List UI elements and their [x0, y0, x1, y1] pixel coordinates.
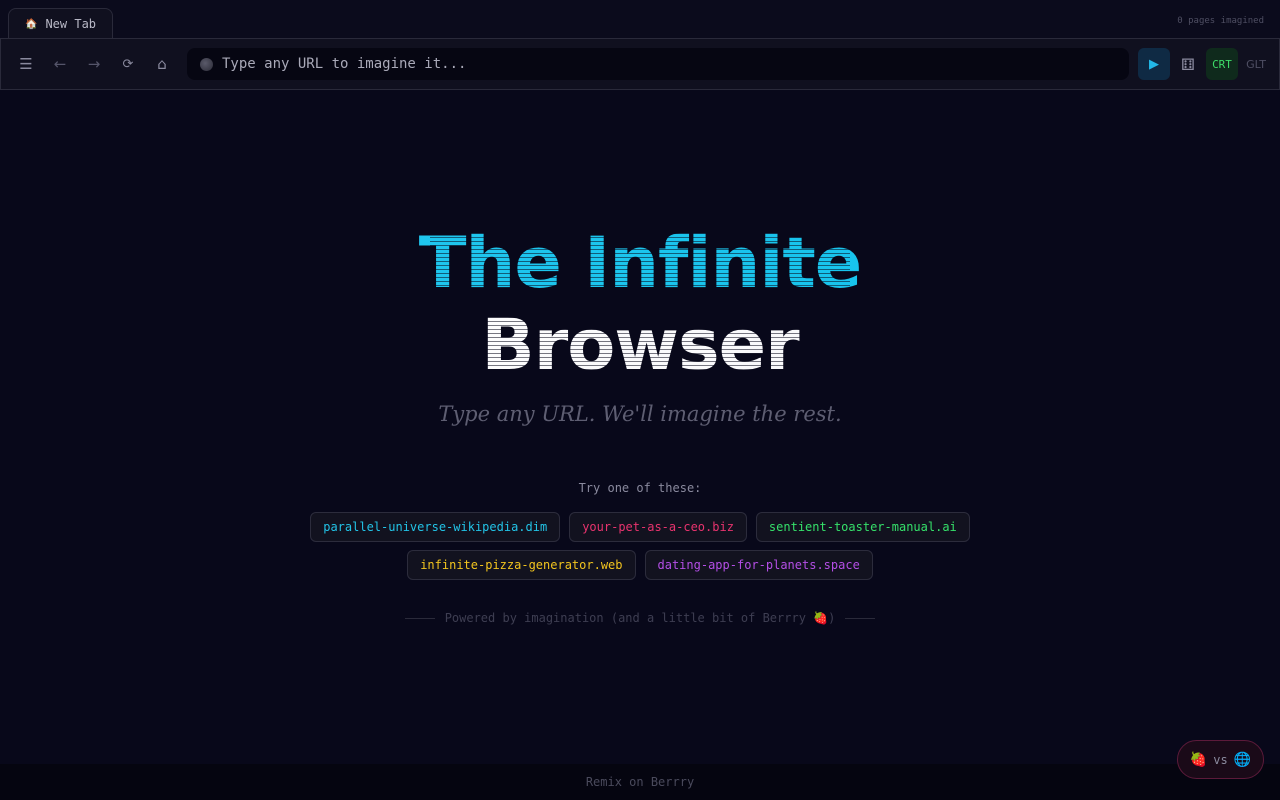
- toolbar: ☰ ← → ⟳ ⌂ ▶ ⚅ CRT GLT: [0, 38, 1280, 90]
- home-icon: ⌂: [157, 55, 167, 73]
- divider-right: [845, 617, 876, 619]
- pages-imagined-counter: 0 pages imagined: [1177, 16, 1264, 26]
- vs-badge[interactable]: 🍓 vs 🌐: [1177, 740, 1264, 779]
- tab-label: New Tab: [45, 17, 97, 31]
- hero-title: The Infinite Browser: [0, 222, 1280, 386]
- home-button[interactable]: ⌂: [150, 52, 174, 76]
- globe-icon: 🌐: [1233, 751, 1252, 768]
- reload-icon: ⟳: [122, 56, 134, 72]
- menu-button[interactable]: ☰: [14, 52, 38, 76]
- back-button[interactable]: ←: [48, 52, 72, 76]
- url-input[interactable]: [222, 56, 1102, 72]
- hero-title-line1: The Infinite: [0, 222, 1280, 304]
- strawberry-icon: 🍓: [1189, 751, 1208, 768]
- hero-title-line2: Browser: [0, 304, 1280, 386]
- footer: Remix on Berrry: [0, 764, 1280, 800]
- tab-new-tab[interactable]: 🏠 New Tab: [8, 8, 113, 39]
- arrow-left-icon: ←: [53, 55, 67, 73]
- forward-button[interactable]: →: [82, 52, 106, 76]
- divider-left: [404, 617, 435, 619]
- dice-icon: ⚅: [1181, 54, 1195, 74]
- play-icon: ▶: [1149, 56, 1159, 72]
- home-icon: 🏠: [25, 18, 38, 30]
- tagline: Type any URL. We'll imagine the rest.: [438, 402, 842, 426]
- powered-by-text: Powered by imagination (and a little bit…: [444, 611, 836, 625]
- menu-icon: ☰: [19, 55, 33, 73]
- suggestion-chip[interactable]: your-pet-as-a-ceo.biz: [569, 512, 747, 542]
- random-url-button[interactable]: ⚅: [1174, 48, 1202, 80]
- suggestion-chip[interactable]: infinite-pizza-generator.web: [407, 550, 636, 580]
- suggestion-chip[interactable]: parallel-universe-wikipedia.dim: [310, 512, 561, 542]
- remix-link[interactable]: Remix on Berrry: [586, 775, 694, 789]
- reload-button[interactable]: ⟳: [116, 52, 140, 76]
- url-bar[interactable]: [187, 48, 1129, 80]
- suggestion-chip[interactable]: sentient-toaster-manual.ai: [755, 512, 970, 542]
- vs-text: vs: [1213, 752, 1228, 767]
- tab-strip: 🏠 New Tab 0 pages imagined: [0, 0, 1280, 39]
- arrow-right-icon: →: [87, 55, 101, 73]
- suggestions-label: Try one of these:: [578, 481, 702, 495]
- globe-icon: [200, 57, 213, 71]
- suggestion-chip[interactable]: dating-app-for-planets.space: [644, 550, 873, 580]
- go-button[interactable]: ▶: [1138, 48, 1170, 80]
- powered-by: Powered by imagination (and a little bit…: [0, 611, 1280, 625]
- glitch-toggle-button[interactable]: GLT: [1241, 48, 1271, 80]
- crt-toggle-button[interactable]: CRT: [1206, 48, 1238, 80]
- suggestion-row-2: infinite-pizza-generator.web dating-app-…: [0, 550, 1280, 580]
- suggestion-row-1: parallel-universe-wikipedia.dim your-pet…: [0, 512, 1280, 542]
